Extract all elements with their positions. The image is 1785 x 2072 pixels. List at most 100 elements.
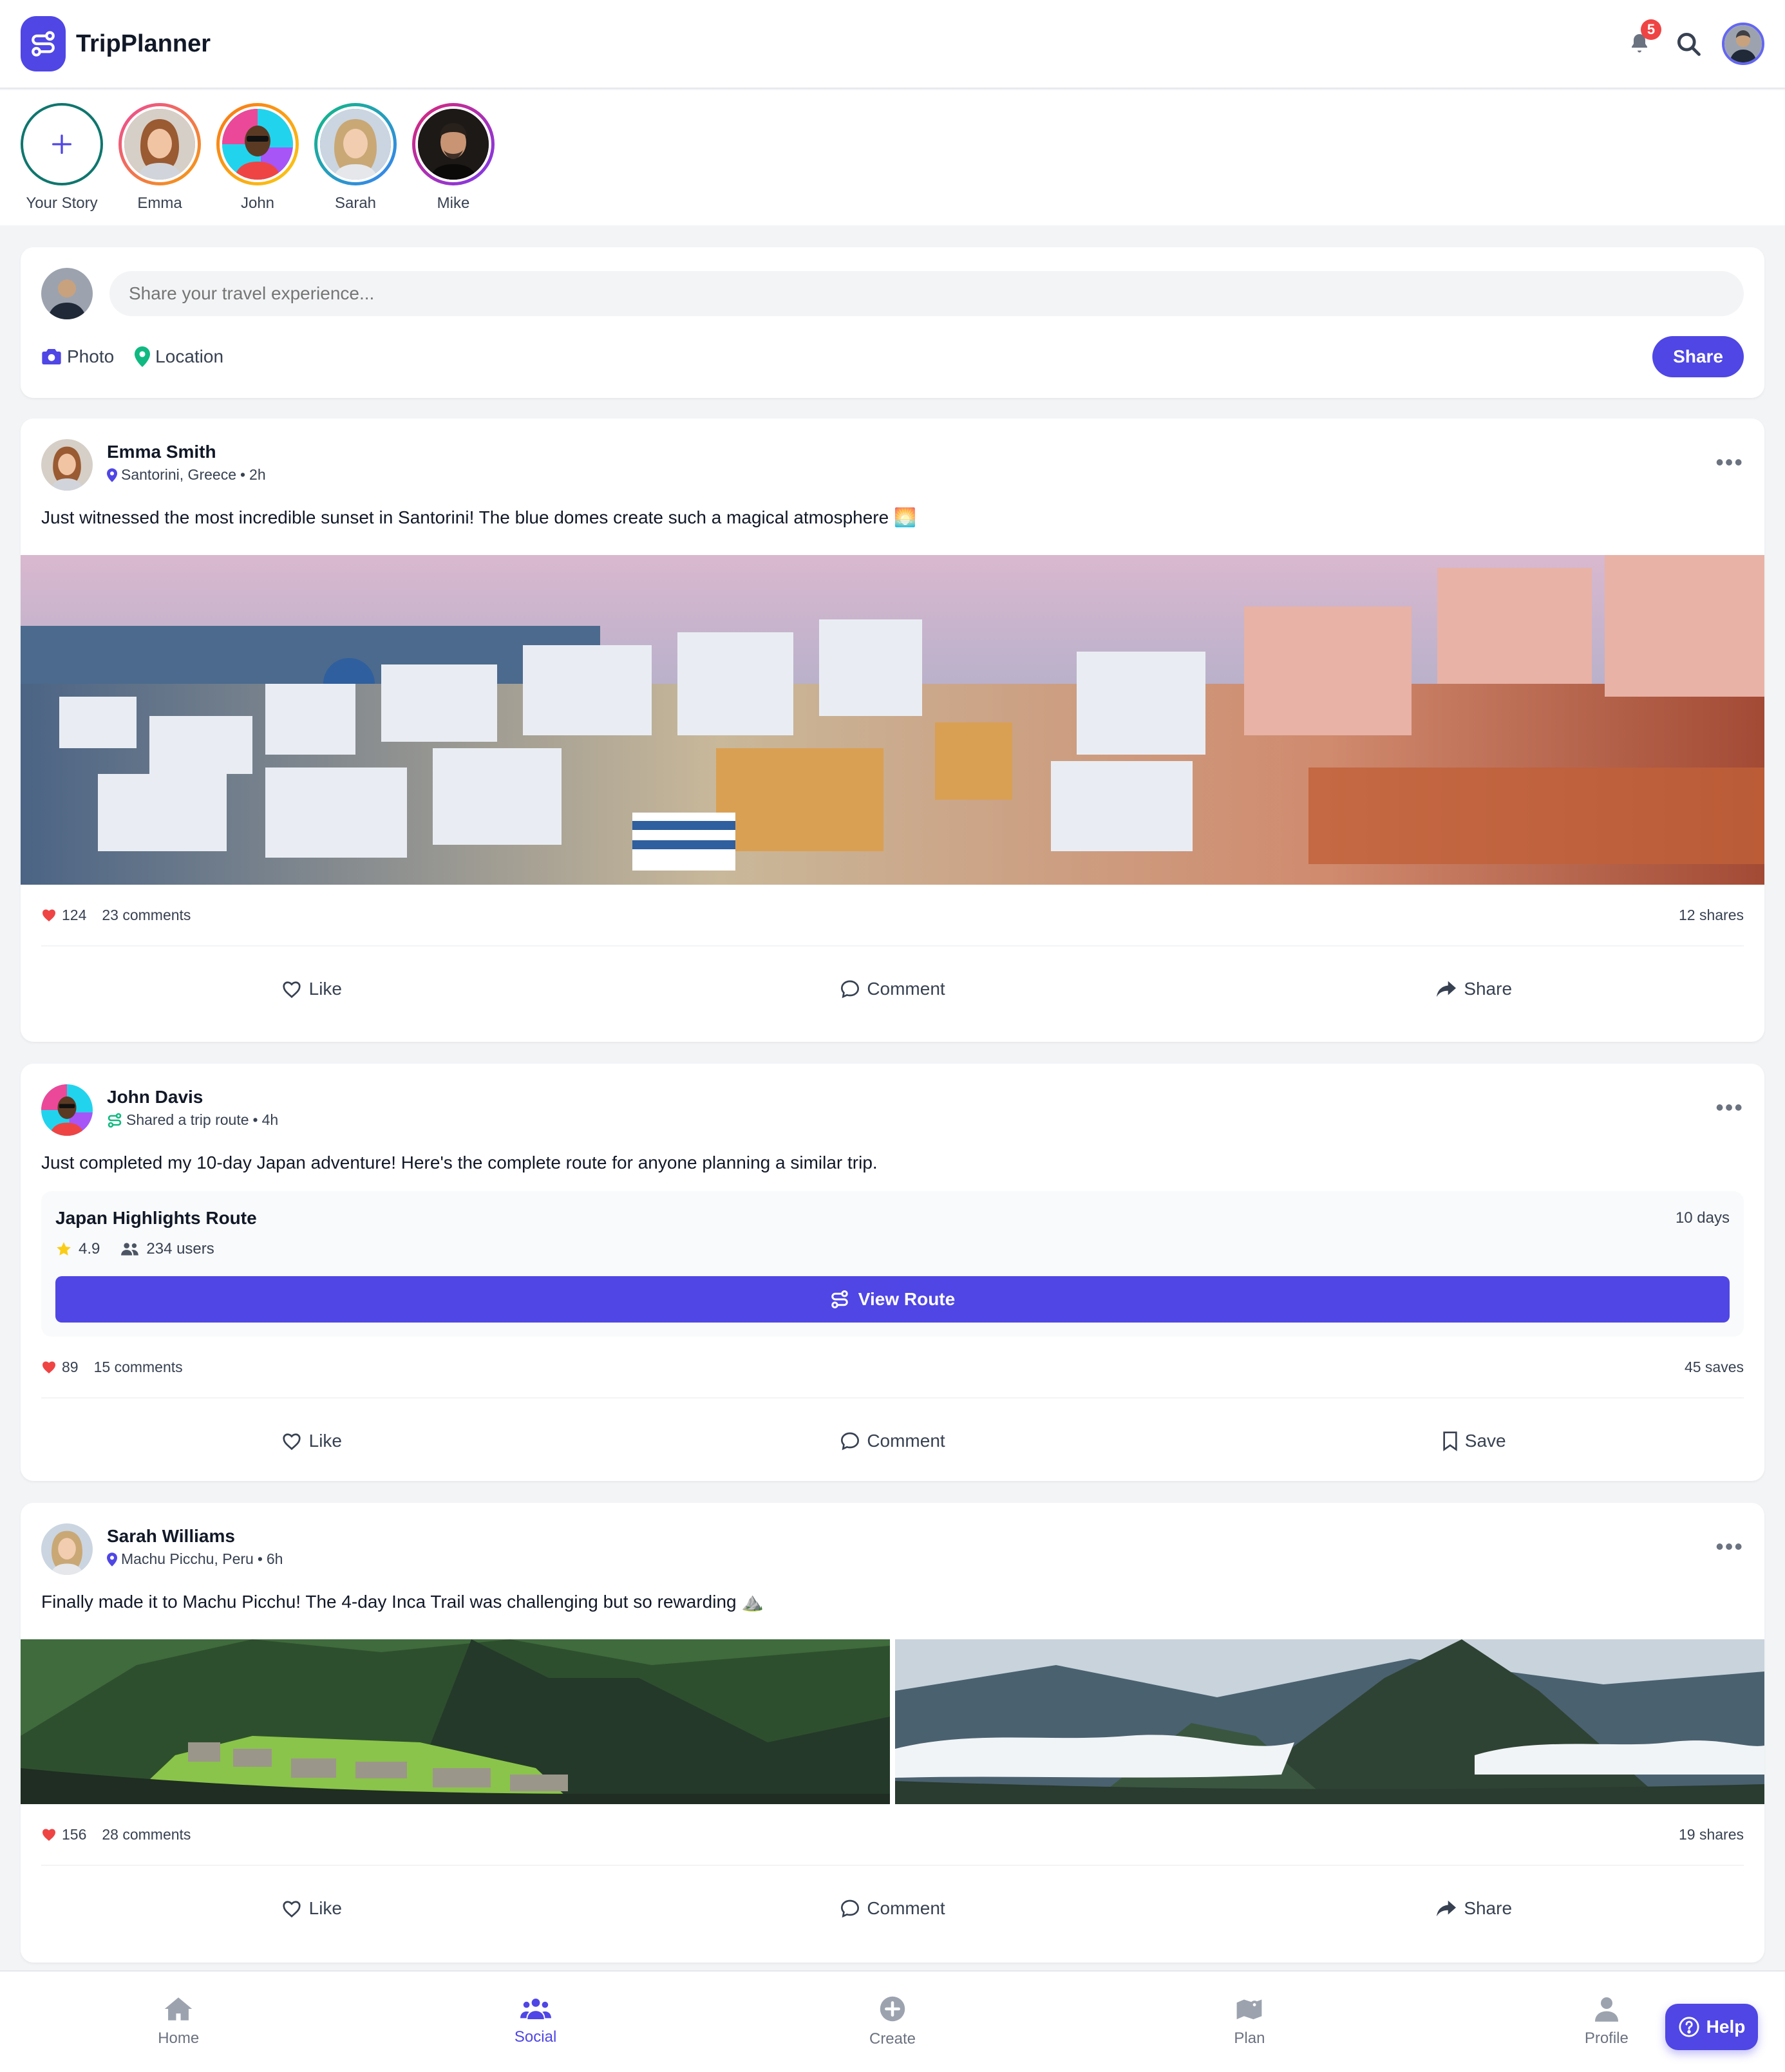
help-label: Help xyxy=(1706,2017,1746,2037)
story-label: Emma xyxy=(137,194,182,212)
share-label: Share xyxy=(1464,979,1513,999)
post-image[interactable] xyxy=(21,555,1764,885)
comments-count[interactable]: 28 comments xyxy=(102,1826,191,1843)
author-avatar[interactable] xyxy=(41,1523,93,1575)
bottom-nav: Home Social Create Plan Profile xyxy=(0,1970,1785,2072)
post-card: Emma Smith Santorini, Greece • 2h ••• Jus… xyxy=(21,419,1764,1042)
composer-avatar xyxy=(41,268,93,319)
like-button[interactable]: Like xyxy=(21,1431,602,1451)
save-button[interactable]: Save xyxy=(1183,1431,1764,1451)
like-label: Like xyxy=(308,1898,343,1918)
share-icon xyxy=(1437,1900,1457,1917)
share-button[interactable]: Share xyxy=(1183,1898,1764,1919)
nav-label: Plan xyxy=(1234,2030,1265,2047)
share-post-button[interactable]: Share xyxy=(1652,336,1744,377)
app-header: TripPlanner 5 xyxy=(0,0,1785,89)
comment-button[interactable]: Comment xyxy=(602,1431,1184,1451)
location-label: Location xyxy=(155,346,224,366)
plus-icon xyxy=(52,135,72,154)
nav-label: Profile xyxy=(1584,2030,1629,2047)
nav-label: Home xyxy=(158,2030,200,2047)
more-options-icon[interactable]: ••• xyxy=(1715,1084,1744,1119)
story-label: Mike xyxy=(437,194,470,212)
nav-social[interactable]: Social xyxy=(357,1972,713,2072)
likes-count[interactable]: 124 xyxy=(62,907,86,924)
notifications-button[interactable]: 5 xyxy=(1624,19,1661,59)
search-icon[interactable] xyxy=(1674,30,1703,58)
heart-outline-icon xyxy=(283,981,301,999)
post-text: Just witnessed the most incredible sunse… xyxy=(41,507,916,527)
shares-count[interactable]: 12 shares xyxy=(1679,907,1744,924)
post-image[interactable] xyxy=(21,1639,890,1804)
story-emma[interactable]: Emma xyxy=(118,103,201,225)
likes-count[interactable]: 89 xyxy=(62,1359,79,1376)
view-route-button[interactable]: View Route xyxy=(55,1276,1730,1323)
view-route-label: View Route xyxy=(858,1289,956,1309)
comment-button[interactable]: Comment xyxy=(602,979,1184,999)
help-icon xyxy=(1679,2017,1699,2037)
plus-circle-icon xyxy=(880,1996,905,2022)
nav-label: Social xyxy=(514,2028,557,2046)
heart-outline-icon xyxy=(283,1901,301,1918)
shares-count[interactable]: 19 shares xyxy=(1679,1826,1744,1843)
route-card[interactable]: Japan Highlights Route 10 days 4.9 234 u… xyxy=(41,1191,1744,1337)
author-avatar[interactable] xyxy=(41,439,93,491)
like-label: Like xyxy=(308,1431,343,1451)
post-time: 6h xyxy=(266,1550,283,1567)
share-label: Share xyxy=(1464,1898,1513,1918)
nav-home[interactable]: Home xyxy=(0,1972,357,2072)
post-image[interactable] xyxy=(895,1639,1764,1804)
nav-plan[interactable]: Plan xyxy=(1071,1972,1428,2072)
heart-outline-icon xyxy=(283,1433,301,1451)
more-options-icon[interactable]: ••• xyxy=(1715,1523,1744,1558)
stories-bar: Your Story Emma John Sarah Mike xyxy=(0,90,1785,225)
bookmark-icon xyxy=(1443,1431,1457,1451)
more-options-icon[interactable]: ••• xyxy=(1715,439,1744,474)
likes-count[interactable]: 156 xyxy=(62,1826,86,1843)
share-icon xyxy=(1437,981,1457,997)
post-card: John Davis Shared a trip route • 4h ••• J… xyxy=(21,1064,1764,1481)
author-avatar[interactable] xyxy=(41,1084,93,1136)
like-button[interactable]: Like xyxy=(21,1898,602,1919)
author-name[interactable]: John Davis xyxy=(107,1087,278,1107)
home-icon xyxy=(164,1997,193,2020)
star-icon xyxy=(57,1242,71,1256)
comment-label: Comment xyxy=(867,1898,945,1918)
map-pin-icon xyxy=(135,346,151,367)
post-time: 2h xyxy=(249,466,266,483)
camera-icon xyxy=(42,349,61,364)
share-button[interactable]: Share xyxy=(1183,979,1764,999)
users-icon xyxy=(121,1243,139,1256)
composer-input[interactable] xyxy=(109,271,1744,316)
comment-icon xyxy=(841,1432,860,1451)
comment-label: Comment xyxy=(867,1431,945,1451)
saves-count[interactable]: 45 saves xyxy=(1685,1359,1744,1376)
story-sarah[interactable]: Sarah xyxy=(314,103,397,225)
users-icon xyxy=(520,1999,551,2019)
comment-icon xyxy=(841,980,860,999)
help-button[interactable]: Help xyxy=(1665,2004,1758,2050)
app-title: TripPlanner xyxy=(76,30,211,57)
save-label: Save xyxy=(1464,1431,1506,1451)
story-mike[interactable]: Mike xyxy=(412,103,495,225)
heart-icon xyxy=(42,909,55,921)
author-name[interactable]: Emma Smith xyxy=(107,442,266,462)
route-rating: 4.9 xyxy=(79,1240,100,1257)
story-your-story[interactable]: Your Story xyxy=(21,103,103,225)
like-button[interactable]: Like xyxy=(21,979,602,999)
photo-label: Photo xyxy=(67,346,115,366)
author-name[interactable]: Sarah Williams xyxy=(107,1526,283,1547)
nav-create[interactable]: Create xyxy=(714,1972,1071,2072)
post-card: Sarah Williams Machu Picchu, Peru • 6h ••… xyxy=(21,1503,1764,1963)
logo-icon[interactable] xyxy=(21,16,66,71)
comment-button[interactable]: Comment xyxy=(602,1898,1184,1919)
comments-count[interactable]: 15 comments xyxy=(94,1359,183,1376)
route-users: 234 users xyxy=(146,1240,214,1257)
nav-label: Create xyxy=(869,2030,916,2048)
user-avatar[interactable] xyxy=(1722,23,1764,65)
comments-count[interactable]: 23 comments xyxy=(102,907,191,924)
story-john[interactable]: John xyxy=(216,103,299,225)
add-story-button[interactable] xyxy=(21,103,103,185)
add-photo-button[interactable]: Photo xyxy=(41,346,114,367)
add-location-button[interactable]: Location xyxy=(135,346,223,367)
